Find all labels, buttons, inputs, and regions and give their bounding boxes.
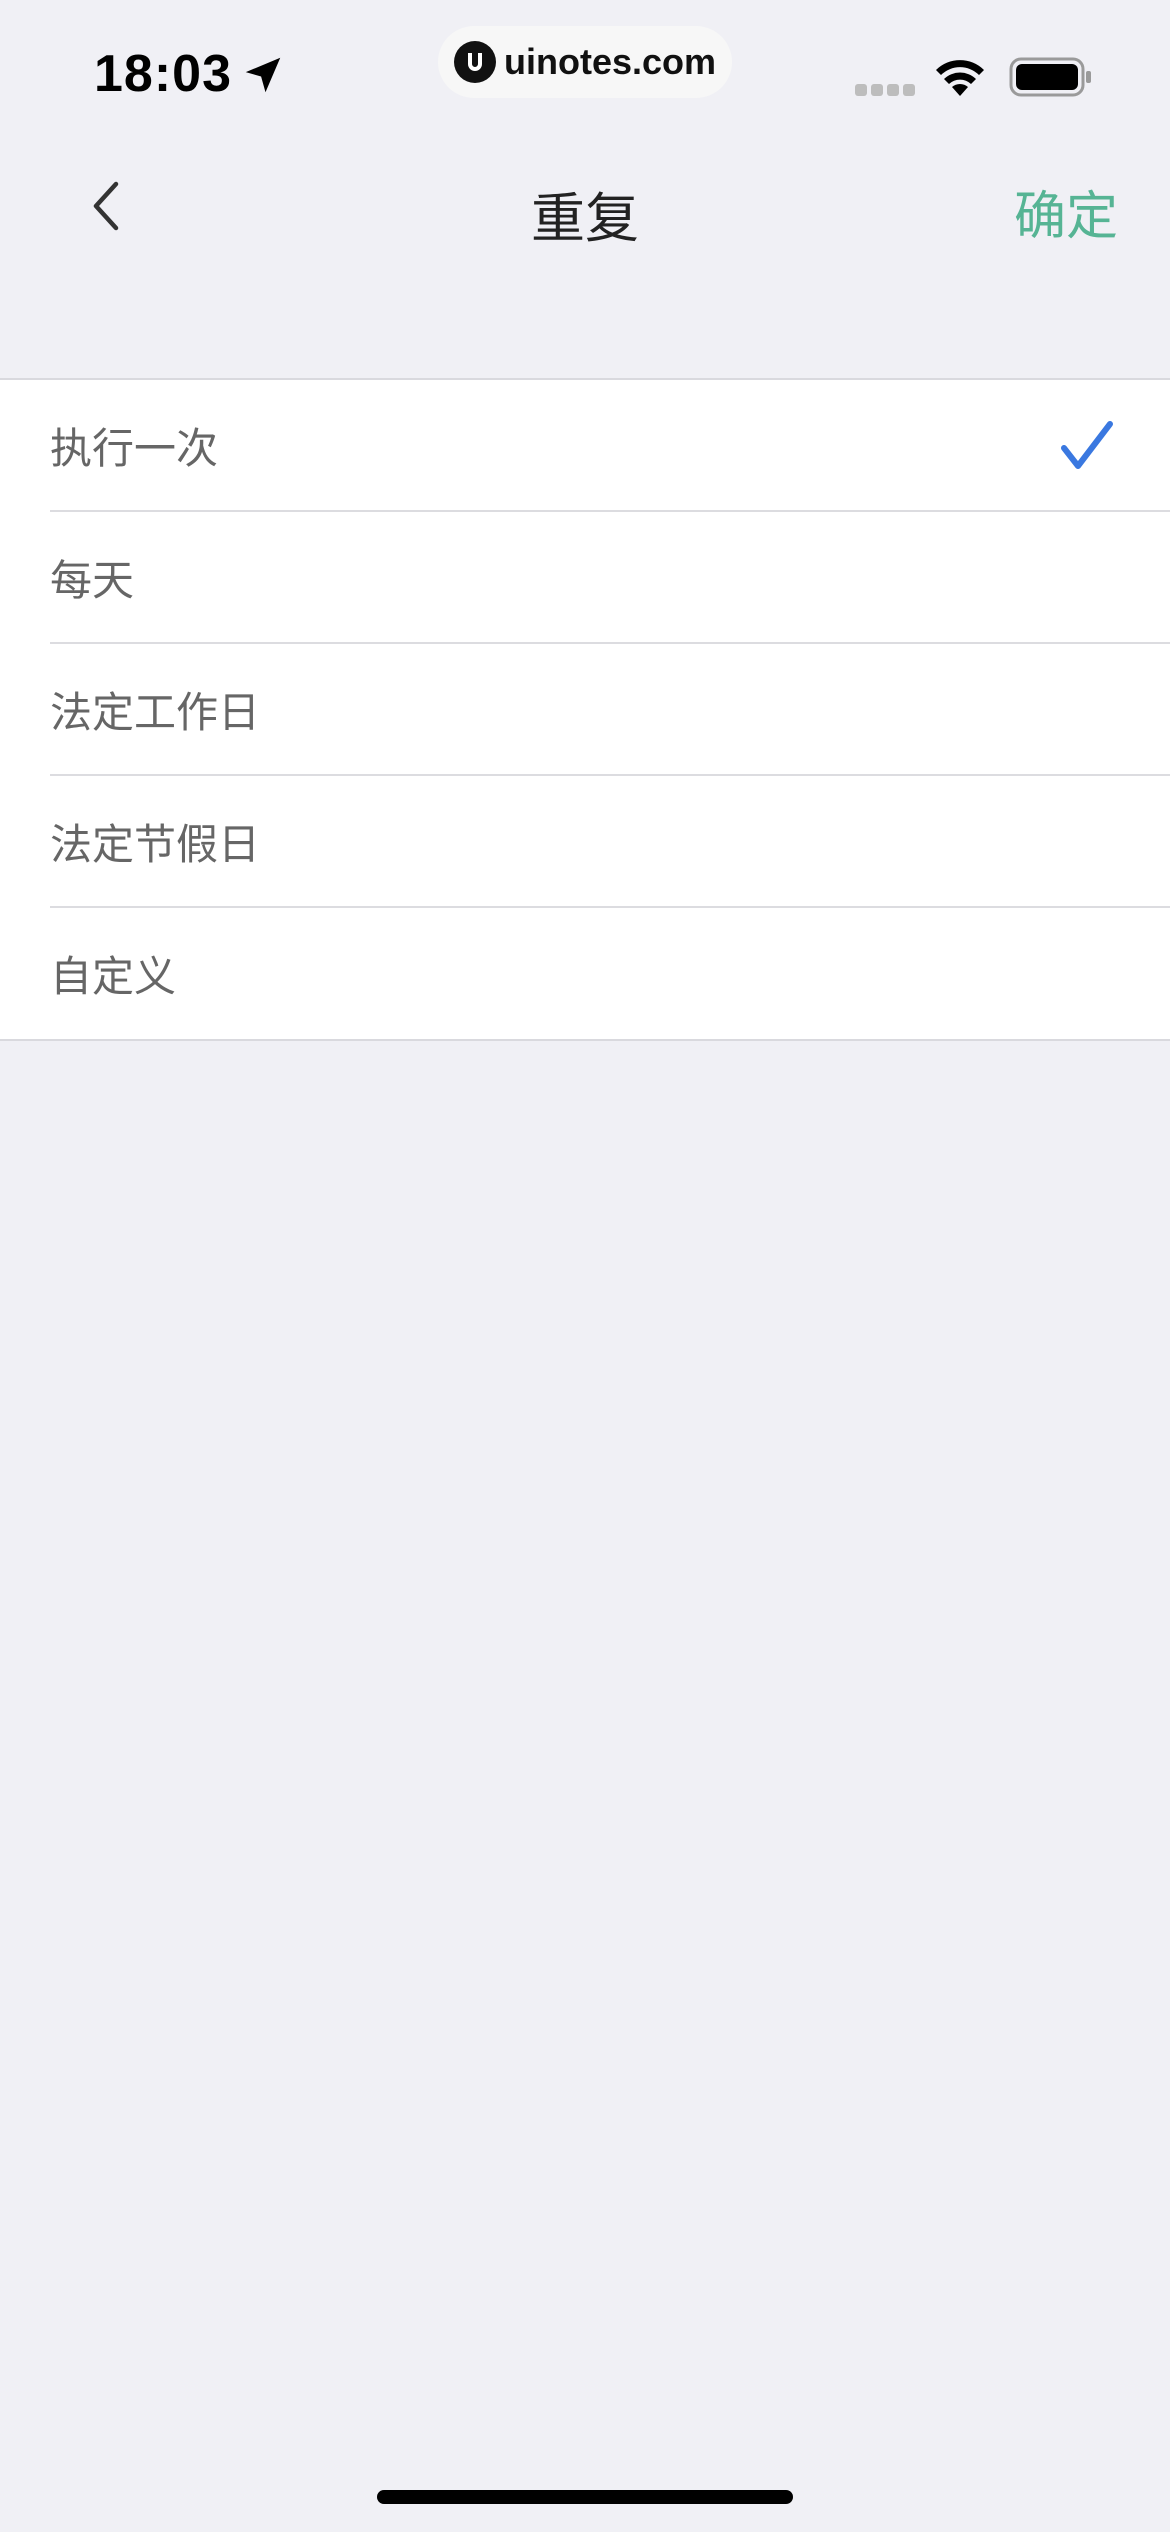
url-text: uinotes.com bbox=[503, 41, 717, 82]
option-workdays[interactable]: 法定工作日 bbox=[50, 644, 1170, 776]
url-pill[interactable]: uinotes.com bbox=[438, 26, 732, 98]
cellular-signal-icon bbox=[855, 84, 915, 96]
home-indicator[interactable] bbox=[377, 2490, 793, 2504]
option-label: 自定义 bbox=[50, 952, 177, 1001]
page-title: 重复 bbox=[531, 187, 639, 250]
repeat-option-list: 执行一次 每天 法定工作日 法定节假日 自定义 bbox=[0, 378, 1170, 1041]
uinotes-logo-icon bbox=[453, 41, 496, 83]
option-label: 法定节假日 bbox=[50, 819, 261, 869]
option-custom[interactable]: 自定义 bbox=[50, 908, 1170, 1039]
option-label: 法定工作日 bbox=[50, 687, 261, 737]
option-daily[interactable]: 每天 bbox=[50, 512, 1170, 644]
option-holidays[interactable]: 法定节假日 bbox=[50, 776, 1170, 908]
option-once[interactable]: 执行一次 bbox=[50, 380, 1170, 512]
checkmark-icon bbox=[1061, 421, 1113, 469]
status-time: 18:03 bbox=[94, 45, 232, 103]
option-label: 每天 bbox=[50, 555, 135, 605]
option-label: 执行一次 bbox=[50, 423, 219, 473]
status-bar: 18:03 uinotes.com bbox=[0, 0, 1170, 140]
battery-icon bbox=[1009, 57, 1091, 97]
wifi-icon bbox=[936, 60, 984, 96]
confirm-button[interactable]: 确定 bbox=[1014, 174, 1118, 249]
location-arrow-icon bbox=[245, 57, 281, 93]
navigation-bar: 重复 确定 bbox=[0, 140, 1170, 270]
